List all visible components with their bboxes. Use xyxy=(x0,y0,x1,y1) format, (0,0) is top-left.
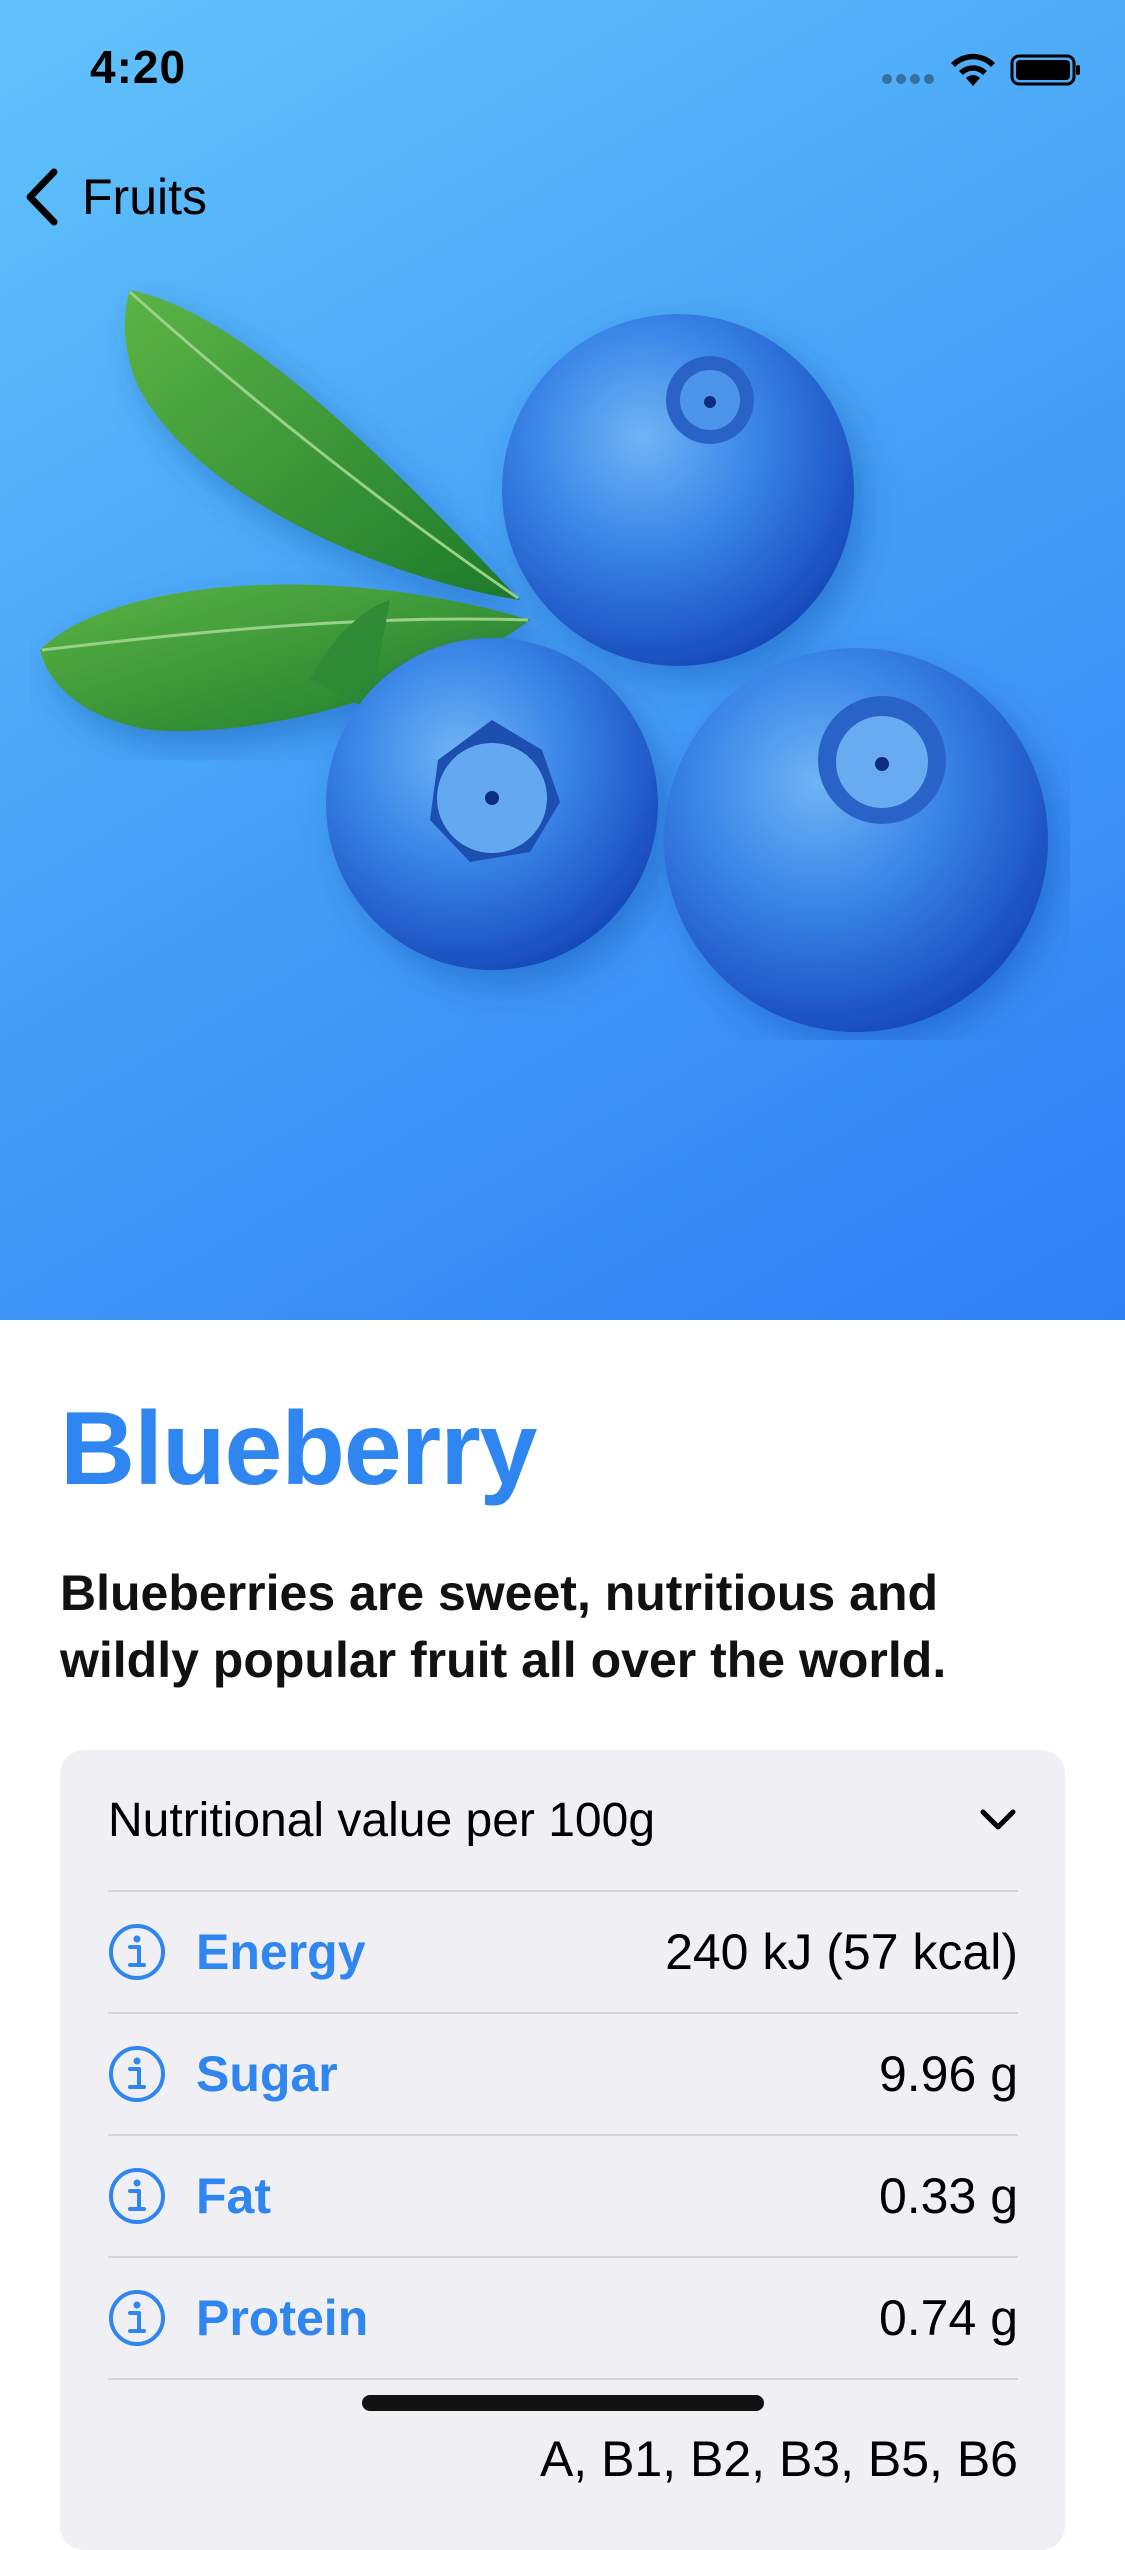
nutrition-list: Energy 240 kJ (57 kcal) Sugar 9.96 g Fat… xyxy=(108,1892,1018,2487)
chevron-left-icon xyxy=(26,168,58,226)
nutrient-value: 0.33 g xyxy=(878,2168,1018,2224)
info-icon xyxy=(109,1924,165,1980)
nutrient-info-button-protein[interactable]: Protein xyxy=(108,2289,368,2347)
nutrition-header-label: Nutritional value per 100g xyxy=(108,1793,656,1847)
nutrient-value: 9.96 g xyxy=(878,2046,1018,2102)
nutrition-row-energy: Energy 240 kJ (57 kcal) xyxy=(108,1892,1018,2014)
blueberry-illustration xyxy=(40,290,1048,1032)
fruit-header-background: 4:20 Fruits xyxy=(0,0,1125,1320)
back-button[interactable]: Fruits xyxy=(22,162,207,232)
chevron-down-icon xyxy=(980,1809,1016,1830)
fruit-headline: Blueberries are sweet, nutritious and wi… xyxy=(60,1565,947,1688)
nutrient-name: Energy xyxy=(196,1924,366,1980)
nutrient-info-button-sugar[interactable]: Sugar xyxy=(108,2045,338,2103)
nutrition-row-sugar: Sugar 9.96 g xyxy=(108,2014,1018,2136)
nutrition-card: Nutritional value per 100g Energy 240 kJ… xyxy=(60,1750,1065,2550)
fruit-title: Blueberry xyxy=(60,1391,538,1507)
info-icon xyxy=(109,2290,165,2346)
nutrient-value: 240 kJ (57 kcal) xyxy=(665,1924,1018,1980)
nutrient-value: 0.74 g xyxy=(878,2290,1018,2346)
home-indicator[interactable] xyxy=(362,2395,764,2411)
nutrient-name: Protein xyxy=(196,2290,369,2346)
nutrition-row-fat: Fat 0.33 g xyxy=(108,2136,1018,2258)
battery-icon xyxy=(1010,54,1080,86)
info-icon xyxy=(109,2046,165,2102)
nutrient-value: A, B1, B2, B3, B5, B6 xyxy=(539,2431,1018,2487)
nutrition-row-protein: Protein 0.74 g xyxy=(108,2258,1018,2380)
wifi-icon xyxy=(951,53,995,86)
nutrition-disclosure-toggle[interactable]: Nutritional value per 100g xyxy=(108,1750,1018,1892)
cellular-signal-icon xyxy=(882,74,934,84)
blueberry-top xyxy=(502,314,854,666)
nutrient-info-button-fat[interactable]: Fat xyxy=(108,2167,271,2225)
info-icon xyxy=(109,2168,165,2224)
back-button-label: Fruits xyxy=(82,169,207,225)
nutrient-name: Sugar xyxy=(196,2046,338,2102)
nutrient-name: Fat xyxy=(196,2168,271,2224)
nutrition-row-vitamins: A, B1, B2, B3, B5, B6 xyxy=(108,2380,1018,2487)
status-time: 4:20 xyxy=(90,41,187,93)
nutrient-info-button-energy[interactable]: Energy xyxy=(108,1923,366,1981)
leaf-upper xyxy=(124,290,520,600)
